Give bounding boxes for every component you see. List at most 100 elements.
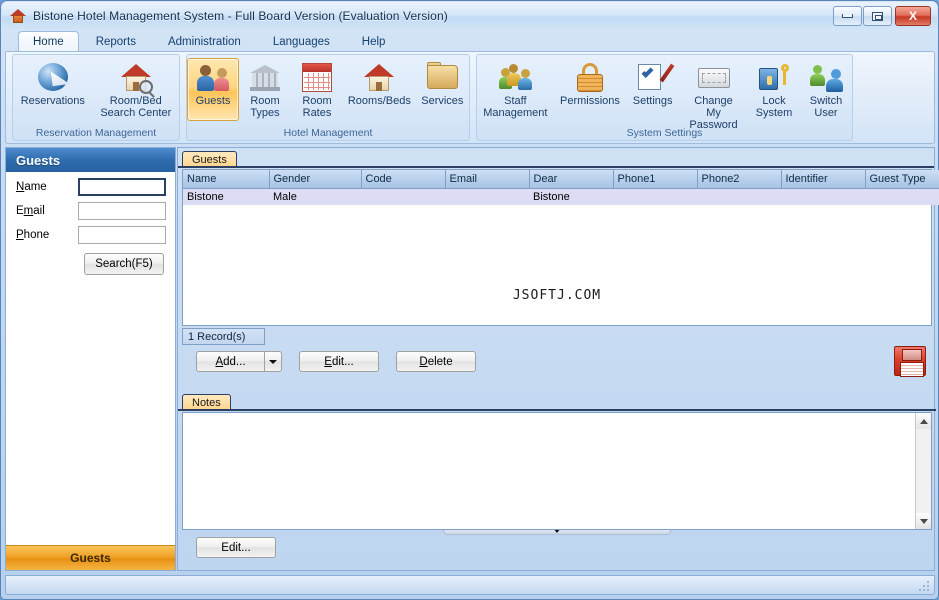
title-bar: Bistone Hotel Management System - Full B… [2, 2, 937, 30]
window-controls: X [832, 6, 931, 26]
triangle-down-icon [920, 519, 928, 524]
scroll-down-button[interactable] [916, 513, 931, 529]
record-count-label: 1 Record(s) [182, 328, 265, 345]
field-row-name: Name [6, 172, 175, 196]
column-header-gender[interactable]: Gender [269, 170, 361, 188]
add-dropdown-button[interactable] [264, 351, 282, 372]
email-label: Email [16, 205, 78, 217]
cell-dear: Bistone [529, 188, 613, 205]
floppy-save-icon[interactable] [894, 346, 926, 376]
grid-tab-header: Guests [178, 148, 934, 168]
ribbon-button-label: Guests [196, 95, 231, 107]
email-label-rest: ail [33, 205, 45, 217]
status-bar [5, 575, 935, 595]
search-sidebar: Guests Name Email Phone Search(F5) [5, 147, 176, 571]
name-label-rest: ame [24, 181, 46, 193]
house-search-icon [120, 61, 152, 93]
globe-icon [37, 61, 69, 93]
tab-home[interactable]: Home [18, 31, 79, 52]
cell-phone2 [697, 188, 781, 205]
ribbon-button-settings[interactable]: Settings [626, 58, 679, 121]
cell-gender: Male [269, 188, 361, 205]
checklist-pen-icon [637, 61, 669, 93]
ribbon-button-rooms-beds[interactable]: Rooms/Beds [343, 58, 416, 121]
ribbon-group-hotel-management: Guests Room Types Room Rates [186, 54, 470, 141]
edit-button[interactable]: Edit... [299, 351, 379, 372]
tab-underline [178, 166, 934, 168]
ribbon-button-staff-management[interactable]: Staff Management [477, 58, 554, 121]
table-row[interactable]: Bistone Male Bistone [183, 188, 939, 205]
notes-scrollbar[interactable] [915, 413, 931, 529]
column-header-identifier[interactable]: Identifier [781, 170, 865, 188]
search-button[interactable]: Search(F5) [84, 253, 164, 275]
cell-guest-type [865, 188, 939, 205]
phone-accel: P [16, 229, 24, 241]
calendar-icon [301, 61, 333, 93]
resize-grip-icon[interactable] [918, 579, 931, 592]
minimize-button[interactable] [833, 6, 862, 26]
ribbon-group-label: Reservation Management [13, 127, 179, 139]
ribbon-button-guests[interactable]: Guests [187, 58, 239, 121]
search-phone-input[interactable] [78, 226, 166, 244]
column-header-code[interactable]: Code [361, 170, 445, 188]
ribbon-button-label: Change My Password [686, 95, 741, 131]
padlock-icon [574, 61, 606, 93]
delete-button[interactable]: Delete [396, 351, 476, 372]
ribbon-button-change-my-password[interactable]: Change My Password [679, 58, 748, 121]
sidebar-footer-tab-guests[interactable]: Guests [6, 545, 175, 570]
cell-identifier [781, 188, 865, 205]
add-button[interactable]: Add... [196, 351, 264, 372]
notes-edit-button[interactable]: Edit... [196, 537, 276, 558]
ribbon-button-reservations[interactable]: Reservations [14, 58, 92, 121]
notes-textarea[interactable] [182, 412, 932, 530]
close-button[interactable]: X [895, 6, 931, 26]
house-icon [363, 61, 395, 93]
staff-group-icon [499, 61, 531, 93]
ribbon-button-label: Permissions [560, 95, 620, 107]
notes-tab-header: Notes [178, 391, 936, 411]
column-header-dear[interactable]: Dear [529, 170, 613, 188]
tab-reports[interactable]: Reports [81, 32, 151, 52]
triangle-up-icon [920, 419, 928, 424]
window-title: Bistone Hotel Management System - Full B… [33, 9, 448, 23]
people-icon [197, 61, 229, 93]
tab-languages[interactable]: Languages [258, 32, 345, 52]
ribbon-button-room-types[interactable]: Room Types [239, 58, 291, 121]
ribbon-button-label: Room/Bed Search Center [100, 95, 171, 119]
folder-icon [426, 61, 458, 93]
column-header-name[interactable]: Name [183, 170, 269, 188]
phone-label-rest: hone [24, 229, 50, 241]
ribbon-button-switch-user[interactable]: Switch User [800, 58, 852, 121]
ribbon-button-permissions[interactable]: Permissions [554, 58, 627, 121]
column-header-guest-type[interactable]: Guest Type [865, 170, 939, 188]
ribbon-button-room-bed-search-center[interactable]: Room/Bed Search Center [93, 58, 178, 121]
phone-label: Phone [16, 229, 78, 241]
column-header-phone2[interactable]: Phone2 [697, 170, 781, 188]
tab-administration[interactable]: Administration [153, 32, 256, 52]
column-header-email[interactable]: Email [445, 170, 529, 188]
search-name-input[interactable] [78, 178, 166, 196]
search-button-row: Search(F5) [6, 244, 175, 275]
ribbon-button-room-rates[interactable]: Room Rates [291, 58, 343, 121]
ribbon-button-label: Settings [633, 95, 673, 107]
tab-help[interactable]: Help [347, 32, 401, 52]
field-row-phone: Phone [6, 220, 175, 244]
add-label-rest: dd... [223, 356, 245, 368]
ribbon-button-label: Switch User [810, 95, 842, 119]
minimize-icon [842, 14, 853, 18]
ribbon-group-label: Hotel Management [187, 127, 469, 139]
field-row-email: Email [6, 196, 175, 220]
delete-accel: D [419, 356, 427, 368]
column-header-phone1[interactable]: Phone1 [613, 170, 697, 188]
ribbon-button-label: Services [421, 95, 463, 107]
search-email-input[interactable] [78, 202, 166, 220]
ribbon-button-label: Lock System [756, 95, 793, 119]
scroll-up-button[interactable] [916, 413, 931, 429]
ribbon-button-label: Staff Management [483, 95, 547, 119]
edit-accel: E [324, 356, 332, 368]
maximize-button[interactable] [863, 6, 892, 26]
ribbon-button-lock-system[interactable]: Lock System [748, 58, 800, 121]
guests-grid[interactable]: Name Gender Code Email Dear Phone1 Phone… [182, 169, 932, 326]
chevron-down-icon [269, 360, 277, 364]
ribbon-button-services[interactable]: Services [416, 58, 469, 121]
